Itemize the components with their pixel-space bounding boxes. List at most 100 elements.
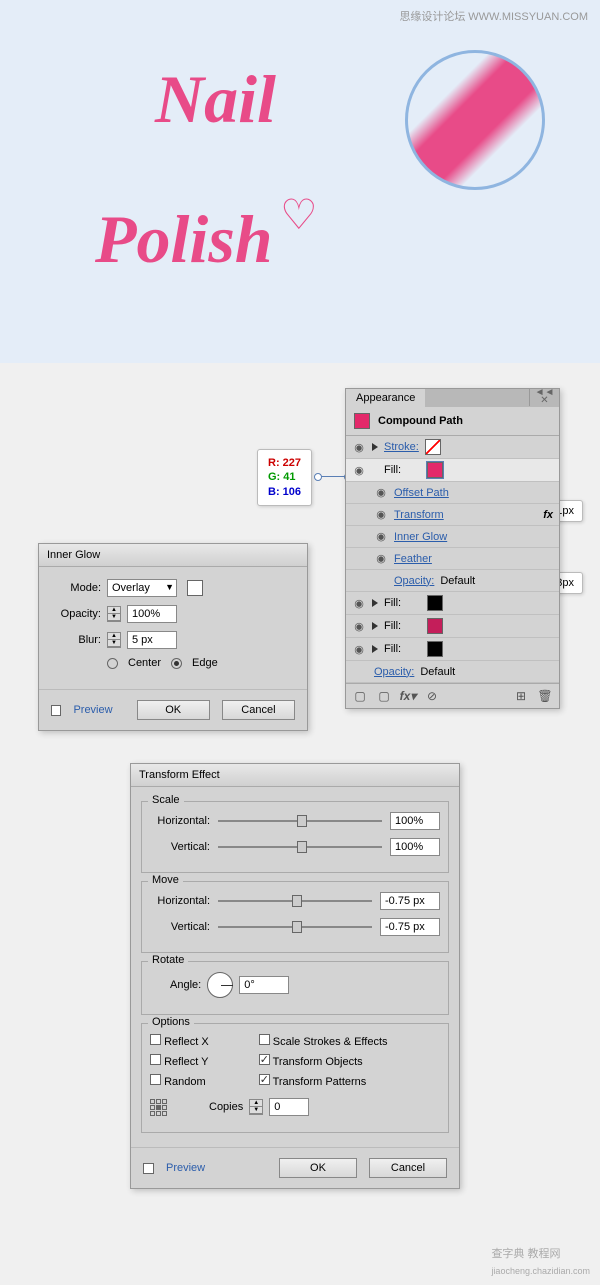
preview-checkbox[interactable] — [143, 1163, 154, 1174]
reflect-y-checkbox[interactable] — [150, 1054, 161, 1065]
transform-dialog: Transform Effect Scale Horizontal: Verti… — [130, 763, 460, 1189]
blur-label: Blur: — [51, 634, 101, 646]
move-v-slider[interactable] — [218, 926, 372, 928]
visibility-icon[interactable]: ◉ — [352, 463, 366, 477]
visibility-icon[interactable]: ◉ — [352, 642, 366, 656]
opacity-value: Default — [420, 666, 455, 678]
feather-link[interactable]: Feather — [394, 553, 432, 565]
clear-icon[interactable]: ⊘ — [422, 688, 442, 704]
preview-text-polish: Polish — [95, 200, 273, 279]
new-stroke-icon[interactable]: ▢ — [350, 688, 370, 704]
visibility-icon[interactable]: ◉ — [352, 619, 366, 633]
move-h-input[interactable] — [380, 892, 440, 910]
copies-spinner[interactable]: ▲▼ — [249, 1099, 263, 1115]
appearance-tab[interactable]: Appearance — [346, 389, 425, 407]
watermark-bottom: 查字典 教程网 jiaocheng.chazidian.com — [491, 1244, 590, 1277]
scale-v-input[interactable] — [390, 838, 440, 856]
preview-checkbox[interactable] — [51, 705, 61, 716]
opacity-link[interactable]: Opacity: — [394, 575, 434, 587]
glow-color-swatch[interactable] — [187, 580, 203, 596]
options-fieldset: Options Reflect X Scale Strokes & Effect… — [141, 1023, 449, 1133]
opacity-row-1[interactable]: Opacity: Default — [346, 570, 559, 592]
mode-label: Mode: — [51, 582, 101, 594]
mode-select[interactable]: Overlay▼ — [107, 579, 177, 597]
scale-strokes-checkbox[interactable] — [259, 1034, 270, 1045]
transform-row[interactable]: ◉ Transform fx — [346, 504, 559, 526]
edge-radio[interactable] — [171, 658, 182, 669]
fill-label: Fill: — [384, 643, 401, 655]
expand-icon[interactable] — [372, 645, 378, 653]
copies-input[interactable] — [269, 1098, 309, 1116]
compound-path-label: Compound Path — [378, 415, 463, 427]
trash-icon[interactable]: 🗑 — [535, 688, 555, 704]
scale-h-input[interactable] — [390, 812, 440, 830]
new-fill-icon[interactable]: ▢ — [374, 688, 394, 704]
opacity-spinner[interactable]: ▲▼ — [107, 606, 121, 622]
scale-v-slider[interactable] — [218, 846, 382, 848]
fill-swatch-darkpink[interactable] — [427, 618, 443, 634]
visibility-icon[interactable]: ◉ — [352, 596, 366, 610]
preview-text-nail: Nail — [155, 60, 276, 139]
panel-collapse-icon[interactable]: ◄◄✕ — [529, 389, 559, 406]
fx-icon: fx — [543, 509, 553, 521]
fill-swatch-black[interactable] — [427, 641, 443, 657]
offset-path-link[interactable]: Offset Path — [394, 487, 449, 499]
stroke-link[interactable]: Stroke: — [384, 441, 419, 453]
artwork-preview: 思缘设计论坛 WWW.MISSYUAN.COM Nail ♡ Polish — [0, 0, 600, 363]
fill-row-2[interactable]: ◉ Fill: — [346, 592, 559, 615]
stroke-swatch[interactable] — [425, 439, 441, 455]
dialog-title: Inner Glow — [39, 544, 307, 567]
visibility-icon[interactable]: ◉ — [374, 552, 388, 566]
cancel-button[interactable]: Cancel — [222, 700, 295, 720]
expand-icon[interactable] — [372, 599, 378, 607]
appearance-panel: ◄◄✕ Appearance Compound Path ◉ Stroke: ◉… — [345, 388, 560, 709]
visibility-icon[interactable]: ◉ — [374, 508, 388, 522]
reflect-x-checkbox[interactable] — [150, 1034, 161, 1045]
opacity-link[interactable]: Opacity: — [374, 666, 414, 678]
angle-input[interactable] — [239, 976, 289, 994]
feather-row[interactable]: ◉ Feather — [346, 548, 559, 570]
inner-glow-link[interactable]: Inner Glow — [394, 531, 447, 543]
transform-link[interactable]: Transform — [394, 509, 444, 521]
move-h-label: Horizontal: — [150, 895, 210, 907]
opacity-row-2[interactable]: Opacity: Default — [346, 661, 559, 683]
inner-glow-row[interactable]: ◉ Inner Glow — [346, 526, 559, 548]
move-v-input[interactable] — [380, 918, 440, 936]
blur-spinner[interactable]: ▲▼ — [107, 632, 121, 648]
visibility-icon[interactable]: ◉ — [374, 486, 388, 500]
duplicate-icon[interactable]: ⊞ — [511, 688, 531, 704]
cancel-button[interactable]: Cancel — [369, 1158, 447, 1178]
center-label: Center — [128, 657, 161, 669]
center-radio[interactable] — [107, 658, 118, 669]
random-checkbox[interactable] — [150, 1074, 161, 1085]
magnifier-detail — [405, 50, 545, 190]
move-h-slider[interactable] — [218, 900, 372, 902]
transform-objects-checkbox[interactable] — [259, 1054, 270, 1065]
fill-row-3[interactable]: ◉ Fill: — [346, 615, 559, 638]
expand-icon[interactable] — [372, 443, 378, 451]
preview-label: Preview — [73, 704, 112, 716]
preview-label: Preview — [166, 1162, 205, 1174]
header-swatch — [354, 413, 370, 429]
visibility-icon[interactable]: ◉ — [352, 440, 366, 454]
expand-icon[interactable] — [372, 622, 378, 630]
ok-button[interactable]: OK — [137, 700, 210, 720]
transform-patterns-checkbox[interactable] — [259, 1074, 270, 1085]
fill-swatch[interactable] — [427, 462, 443, 478]
fill-row-1[interactable]: ◉ Fill: — [346, 459, 559, 482]
blur-input[interactable] — [127, 631, 177, 649]
copies-label: Copies — [209, 1101, 243, 1113]
fill-row-4[interactable]: ◉ Fill: — [346, 638, 559, 661]
opacity-input[interactable] — [127, 605, 177, 623]
scale-h-slider[interactable] — [218, 820, 382, 822]
fx-menu-icon[interactable]: fx▾ — [398, 688, 418, 704]
ok-button[interactable]: OK — [279, 1158, 357, 1178]
offset-path-row[interactable]: ◉ Offset Path — [346, 482, 559, 504]
stroke-row[interactable]: ◉ Stroke: — [346, 436, 559, 459]
angle-dial[interactable] — [207, 972, 233, 998]
reference-point-icon[interactable] — [150, 1099, 167, 1116]
move-fieldset: Move Horizontal: Vertical: — [141, 881, 449, 953]
visibility-icon[interactable]: ◉ — [374, 530, 388, 544]
fill-swatch-black[interactable] — [427, 595, 443, 611]
watermark-top: 思缘设计论坛 WWW.MISSYUAN.COM — [399, 8, 588, 24]
